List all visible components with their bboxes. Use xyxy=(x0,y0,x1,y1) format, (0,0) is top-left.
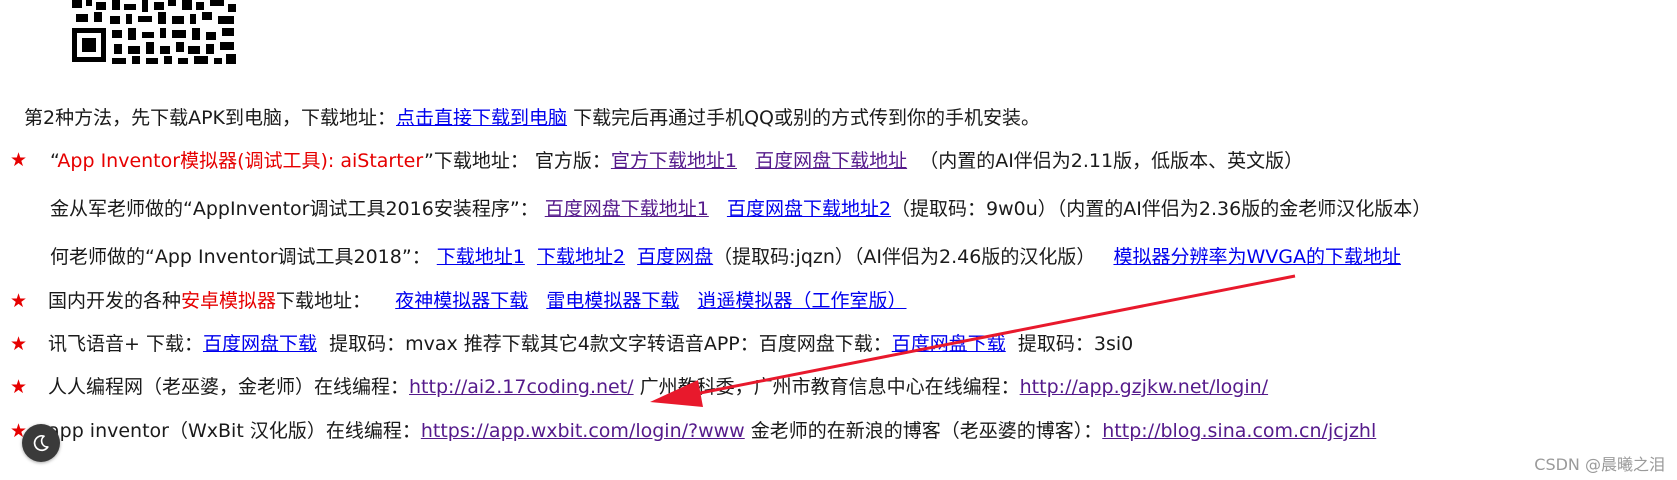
line-text: 广州教科委，广州市教育信息中心在线编程： xyxy=(633,376,1020,398)
android-emulator-label: 安卓模拟器 xyxy=(181,290,277,312)
star-icon: ★ xyxy=(10,333,28,355)
baidu-pan-link-2[interactable]: 百度网盘下载地址2 xyxy=(727,198,891,220)
xiaoyao-emulator-link[interactable]: 逍遥模拟器（工作室版） xyxy=(698,290,907,312)
line-text: （提取码:jqzn）（AI伴侣为2.46版的汉化版） xyxy=(713,246,1096,268)
sina-blog-link[interactable]: http://blog.sina.com.cn/jcjzhl xyxy=(1102,420,1376,442)
he-tool-line: 何老师做的“App Inventor调试工具2018”： 下载地址1 下载地址2… xyxy=(50,244,1401,270)
line-text: ”下载地址： 官方版： xyxy=(423,150,611,172)
online-coding-line: 人人编程网（老巫婆，金老师）在线编程：http://ai2.17coding.n… xyxy=(48,374,1268,400)
yeshen-emulator-link[interactable]: 夜神模拟器下载 xyxy=(395,290,528,312)
line-text: （提取码：9w0u）（内置的AI伴侣为2.36版的金老师汉化版本） xyxy=(891,198,1432,220)
baidu-pan-download-link[interactable]: 百度网盘下载地址 xyxy=(755,150,907,172)
download-to-pc-link[interactable]: 点击直接下载到电脑 xyxy=(396,107,567,129)
wxbit-line: app inventor（WxBit 汉化版）在线编程：https://app.… xyxy=(48,418,1376,444)
csdn-watermark: CSDN @晨曦之泪 xyxy=(1534,455,1665,474)
baidu-pan-download-link-2[interactable]: 百度网盘下载 xyxy=(892,333,1006,355)
theme-toggle-button[interactable] xyxy=(22,424,60,462)
line-text: app inventor（WxBit 汉化版）在线编程： xyxy=(48,420,421,442)
line-text: 讯飞语音+ 下载： xyxy=(48,333,203,355)
jin-tool-line: 金从军老师做的“AppInventor调试工具2016安装程序”： 百度网盘下载… xyxy=(50,196,1431,222)
wvga-download-link[interactable]: 模拟器分辨率为WVGA的下载地址 xyxy=(1113,246,1401,268)
baidu-pan-download-link[interactable]: 百度网盘下载 xyxy=(203,333,317,355)
line-text: 何老师做的“App Inventor调试工具2018”： xyxy=(50,246,431,268)
download-link-2[interactable]: 下载地址2 xyxy=(537,246,625,268)
official-download-link[interactable]: 官方下载地址1 xyxy=(611,150,737,172)
line-text: 提取码：3si0 xyxy=(1017,333,1134,355)
baidu-pan-link[interactable]: 百度网盘 xyxy=(637,246,713,268)
line-text: 下载地址： xyxy=(276,290,372,312)
annotation-arrow xyxy=(650,274,1296,407)
baidu-pan-link-1[interactable]: 百度网盘下载地址1 xyxy=(545,198,709,220)
line-text: （内置的AI伴侣为2.11版，低版本、英文版） xyxy=(919,150,1304,172)
line-text: 金老师的在新浪的博客（老巫婆的博客）： xyxy=(744,420,1103,442)
line-text: 国内开发的各种 xyxy=(48,290,182,312)
star-icon: ★ xyxy=(10,376,28,398)
moon-icon xyxy=(33,435,49,452)
aistarter-line: “App Inventor模拟器(调试工具): aiStarter”下载地址： … xyxy=(50,148,1303,174)
leidian-emulator-link[interactable]: 雷电模拟器下载 xyxy=(546,290,679,312)
download-apk-line: 第2种方法，先下载APK到电脑，下载地址：点击直接下载到电脑 下载完后再通过手机… xyxy=(24,105,1040,131)
line-text: 下载完后再通过手机QQ或别的方式传到你的手机安装。 xyxy=(567,107,1040,129)
ai2-17coding-link[interactable]: http://ai2.17coding.net/ xyxy=(409,376,634,398)
wxbit-link[interactable]: https://app.wxbit.com/login/?www xyxy=(421,420,745,442)
line-text: 提取码：mvax 推荐下载其它4款文字转语音APP：百度网盘下载： xyxy=(329,333,892,355)
gzjkw-link[interactable]: http://app.gzjkw.net/login/ xyxy=(1020,376,1268,398)
aistarter-title: App Inventor模拟器(调试工具): aiStarter xyxy=(57,150,424,172)
star-icon: ★ xyxy=(10,149,28,171)
line-text: 人人编程网（老巫婆，金老师）在线编程： xyxy=(48,376,410,398)
star-icon: ★ xyxy=(10,290,28,312)
line-text: 金从军老师做的“AppInventor调试工具2016安装程序”： xyxy=(50,198,539,220)
emulator-line: 国内开发的各种安卓模拟器下载地址： 夜神模拟器下载 雷电模拟器下载 逍遥模拟器（… xyxy=(48,288,907,314)
line-text: 第2种方法，先下载APK到电脑，下载地址： xyxy=(24,107,397,129)
qr-code-icon xyxy=(72,0,236,64)
download-link-1[interactable]: 下载地址1 xyxy=(437,246,525,268)
xunfei-line: 讯飞语音+ 下载：百度网盘下载 提取码：mvax 推荐下载其它4款文字转语音AP… xyxy=(48,331,1133,357)
